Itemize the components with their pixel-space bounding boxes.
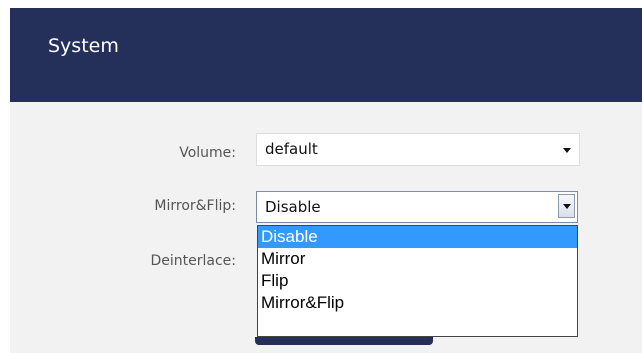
dropdown-option-disable[interactable]: Disable (258, 226, 577, 248)
chevron-down-icon (563, 148, 571, 153)
save-button[interactable] (255, 337, 433, 345)
dropdown-option-flip[interactable]: Flip (258, 270, 577, 292)
panel-header: System (10, 8, 642, 102)
mirror-flip-label: Mirror&Flip: (154, 198, 236, 214)
deinterlace-label: Deinterlace: (150, 253, 236, 269)
dropdown-option-mirror-flip[interactable]: Mirror&Flip (258, 292, 577, 314)
mirror-flip-dropdown-list: Disable Mirror Flip Mirror&Flip (257, 225, 578, 337)
volume-select-value: default (265, 140, 318, 158)
volume-select[interactable]: default (256, 133, 580, 166)
page: System Volume: default Mirror&Flip: Disa… (0, 0, 642, 353)
dropdown-arrow-button[interactable] (558, 194, 575, 218)
mirror-flip-select[interactable]: Disable (256, 191, 578, 223)
mirror-flip-select-value: Disable (265, 198, 321, 216)
page-title: System (48, 35, 119, 57)
dropdown-option-mirror[interactable]: Mirror (258, 248, 577, 270)
volume-label: Volume: (179, 145, 236, 161)
